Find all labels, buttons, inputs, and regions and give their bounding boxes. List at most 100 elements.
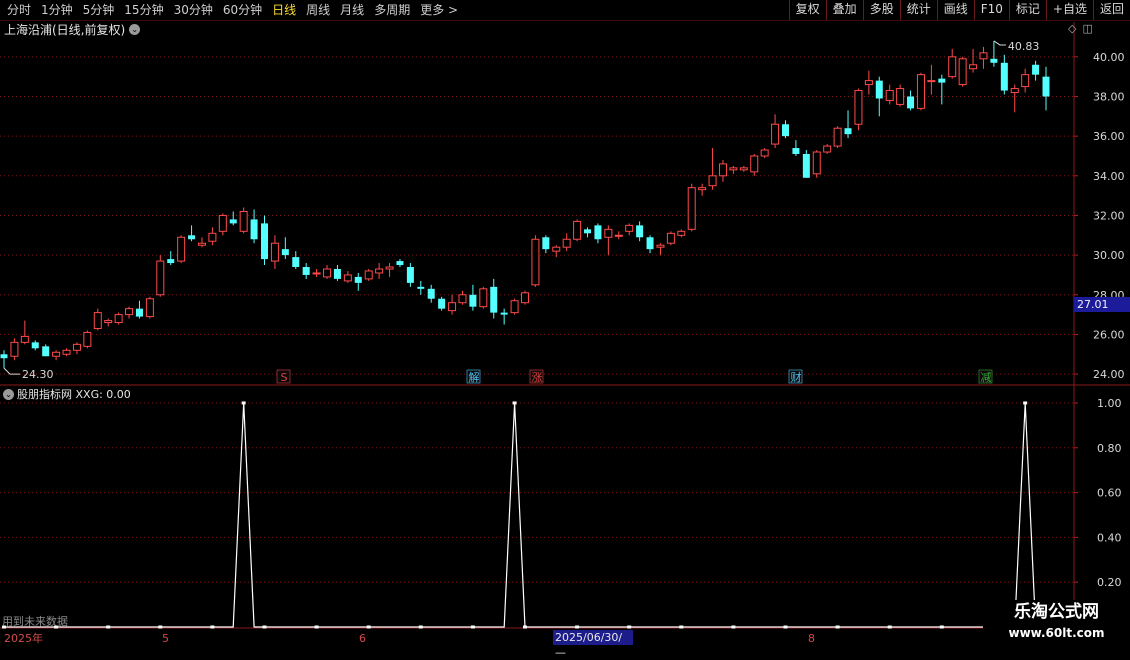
candle-body: [218, 214, 227, 232]
candle-body: [812, 151, 821, 175]
candle-body: [521, 292, 529, 304]
kline-chart[interactable]: 24.0026.0028.0030.0032.0034.0036.0038.00…: [0, 0, 1130, 650]
candle-body: [687, 187, 696, 230]
candle-body: [1042, 76, 1050, 97]
watermark: 乐淘公式网 www.60lt.com: [983, 600, 1130, 650]
candle-body: [1010, 88, 1019, 94]
candle-body: [42, 346, 50, 357]
y-tick-label: 26.00: [1093, 328, 1125, 341]
candle-body: [177, 236, 186, 262]
candle-body: [83, 331, 92, 347]
xxg-signal-point: [679, 625, 684, 629]
xxg-signal-point: [731, 625, 736, 629]
candle-body: [375, 268, 384, 274]
candle-body: [229, 219, 237, 224]
high-marker-arrow: [993, 40, 1006, 46]
timeline-year: 2025年: [4, 632, 43, 645]
candle-body: [823, 145, 832, 153]
candle-body: [145, 298, 154, 318]
candle-body: [167, 259, 175, 264]
candle-body: [20, 335, 29, 343]
candle-body: [969, 64, 978, 70]
candle-body: [458, 294, 467, 304]
candle-body: [750, 155, 759, 173]
candle-body: [302, 267, 310, 275]
diamond-icon[interactable]: ◇: [1068, 22, 1076, 35]
candle-body: [531, 238, 540, 286]
candle-body: [364, 270, 373, 280]
xxg-signal-point: [783, 625, 788, 629]
xxg-signal-point: [241, 401, 246, 405]
candle-body: [135, 308, 143, 317]
y-tick-label: 1.00: [1097, 397, 1122, 410]
candle-body: [656, 244, 665, 248]
candle-body: [281, 249, 289, 256]
candle-body: [625, 224, 634, 232]
xxg-signal-point: [523, 625, 527, 629]
candle-body: [427, 288, 435, 299]
current-price-tag: 27.01: [1074, 297, 1130, 312]
candle-body: [896, 88, 905, 105]
high-marker-label: 40.83: [1008, 40, 1040, 53]
candle-body: [490, 286, 498, 313]
timeline-month: 5: [162, 632, 169, 645]
xxg-signal-line: [4, 402, 1046, 628]
candle-body: [406, 267, 414, 283]
candle-body: [1032, 64, 1040, 75]
candle-body: [666, 232, 675, 244]
y-tick-label: 30.00: [1093, 249, 1125, 262]
xxg-signal-point: [575, 625, 580, 629]
candle-body: [792, 148, 800, 154]
candle-body: [239, 210, 248, 232]
candle-body: [718, 163, 727, 177]
indicator-title-row: ⌄ 股朋指标网 XXG: 0.00: [3, 386, 131, 402]
candle-body: [448, 302, 457, 312]
chevron-down-icon[interactable]: ⌄: [129, 23, 141, 35]
xxg-signal-point: [366, 625, 371, 629]
candle-body: [354, 276, 362, 283]
xxg-signal-point: [158, 625, 163, 629]
candle-body: [72, 343, 81, 351]
y-tick-label: 24.00: [1093, 368, 1125, 381]
candle-body: [104, 320, 113, 324]
candle-body: [573, 220, 582, 240]
xxg-signal-point: [106, 625, 111, 629]
candle-body: [646, 237, 654, 250]
xxg-signal-point: [627, 625, 632, 629]
candle-body: [261, 223, 268, 260]
window-icon[interactable]: ◫: [1082, 22, 1092, 35]
candle-body: [197, 242, 206, 246]
candle-body: [958, 58, 967, 86]
candle-body: [469, 294, 477, 307]
xxg-signal-point: [262, 625, 267, 629]
candle-body: [10, 341, 19, 357]
candle-body: [604, 228, 613, 238]
candle-body: [802, 153, 810, 178]
candle-body: [510, 300, 519, 314]
candle-body: [552, 246, 561, 252]
timeline-month: 6: [359, 632, 366, 645]
candle-body: [62, 349, 71, 355]
chevron-down-icon[interactable]: ⌄: [3, 388, 14, 400]
candle-body: [594, 225, 602, 240]
candle-body: [343, 274, 352, 282]
candle-body: [270, 242, 279, 262]
candle-body: [438, 298, 446, 309]
candle-body: [864, 80, 873, 86]
candle-body: [875, 80, 883, 99]
watermark-url: www.60lt.com: [1008, 626, 1105, 640]
event-marker: 解: [469, 370, 480, 384]
xxg-signal-point: [418, 625, 423, 629]
candle-body: [312, 272, 321, 275]
xxg-signal-point: [835, 625, 840, 629]
candle-body: [396, 261, 404, 266]
candle-body: [739, 167, 748, 171]
xxg-signal-point: [939, 625, 944, 629]
candle-body: [614, 234, 623, 237]
candle-body: [333, 268, 341, 279]
candle-body: [292, 257, 300, 268]
candle-body: [542, 237, 550, 250]
candle-body: [771, 123, 780, 145]
candle-body: [979, 52, 988, 60]
candle-body: [782, 124, 789, 137]
